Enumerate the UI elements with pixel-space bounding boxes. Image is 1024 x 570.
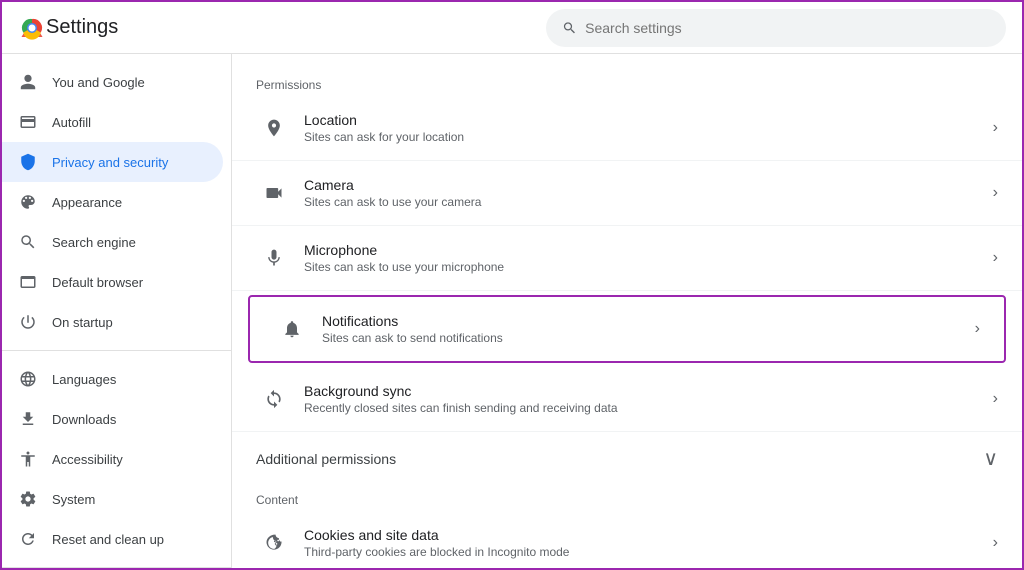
microphone-subtitle: Sites can ask to use your microphone <box>304 260 985 274</box>
shield-icon <box>18 152 38 172</box>
camera-title: Camera <box>304 177 985 193</box>
sidebar-item-label: Downloads <box>52 412 116 427</box>
palette-icon <box>18 192 38 212</box>
sidebar-item-label: You and Google <box>52 75 145 90</box>
sidebar-item-search-engine[interactable]: Search engine <box>2 222 223 262</box>
sidebar-item-on-startup[interactable]: On startup <box>2 302 223 342</box>
sidebar-item-downloads[interactable]: Downloads <box>2 399 223 439</box>
sidebar-divider-2 <box>2 567 231 568</box>
refresh-icon <box>18 529 38 549</box>
permission-item-background-sync[interactable]: Background sync Recently closed sites ca… <box>232 367 1022 432</box>
location-title: Location <box>304 112 985 128</box>
microphone-title: Microphone <box>304 242 985 258</box>
permission-item-notifications[interactable]: Notifications Sites can ask to send noti… <box>248 295 1006 363</box>
chrome-logo <box>18 14 46 42</box>
sidebar-item-you-and-google[interactable]: You and Google <box>2 62 223 102</box>
mic-icon <box>256 240 292 276</box>
main-layout: You and Google Autofill Privacy and secu… <box>2 54 1022 568</box>
cookies-text: Cookies and site data Third-party cookie… <box>304 527 985 559</box>
background-sync-chevron: › <box>993 390 998 408</box>
search-icon <box>562 20 577 36</box>
person-icon <box>18 72 38 92</box>
autofill-icon <box>18 112 38 132</box>
sidebar-item-accessibility[interactable]: Accessibility <box>2 439 223 479</box>
search-input[interactable] <box>585 20 990 36</box>
system-icon <box>18 489 38 509</box>
cookies-chevron: › <box>993 534 998 552</box>
search-bar[interactable] <box>546 9 1006 47</box>
sidebar-item-label: System <box>52 492 95 507</box>
chevron-down-icon: ∨ <box>983 446 998 471</box>
sidebar-item-privacy-and-security[interactable]: Privacy and security <box>2 142 223 182</box>
sidebar-item-label: On startup <box>52 315 113 330</box>
content-section-label: Content <box>232 485 1022 511</box>
location-text: Location Sites can ask for your location <box>304 112 985 144</box>
background-sync-text: Background sync Recently closed sites ca… <box>304 383 985 415</box>
permission-item-microphone[interactable]: Microphone Sites can ask to use your mic… <box>232 226 1022 291</box>
header: Settings <box>2 2 1022 54</box>
notifications-title: Notifications <box>322 313 967 329</box>
sidebar-item-default-browser[interactable]: Default browser <box>2 262 223 302</box>
sidebar-item-label: Privacy and security <box>52 155 168 170</box>
sidebar-item-languages[interactable]: Languages <box>2 359 223 399</box>
permissions-section-label: Permissions <box>232 70 1022 96</box>
sidebar-item-label: Reset and clean up <box>52 532 164 547</box>
sidebar-item-label: Languages <box>52 372 116 387</box>
power-icon <box>18 312 38 332</box>
cookies-title: Cookies and site data <box>304 527 985 543</box>
sidebar-divider <box>2 350 231 351</box>
location-icon <box>256 110 292 146</box>
sidebar-item-appearance[interactable]: Appearance <box>2 182 223 222</box>
bell-icon <box>274 311 310 347</box>
location-subtitle: Sites can ask for your location <box>304 130 985 144</box>
sidebar-item-system[interactable]: System <box>2 479 223 519</box>
camera-icon <box>256 175 292 211</box>
notifications-text: Notifications Sites can ask to send noti… <box>322 313 967 345</box>
sidebar-item-label: Appearance <box>52 195 122 210</box>
sidebar-item-label: Search engine <box>52 235 136 250</box>
background-sync-title: Background sync <box>304 383 985 399</box>
additional-permissions-label: Additional permissions <box>256 451 396 467</box>
sidebar-item-label: Default browser <box>52 275 143 290</box>
sidebar-item-autofill[interactable]: Autofill <box>2 102 223 142</box>
camera-chevron: › <box>993 184 998 202</box>
additional-permissions-section[interactable]: Additional permissions ∨ <box>232 432 1022 485</box>
accessibility-icon <box>18 449 38 469</box>
notifications-chevron: › <box>975 320 980 338</box>
notifications-subtitle: Sites can ask to send notifications <box>322 331 967 345</box>
permission-item-location[interactable]: Location Sites can ask for your location… <box>232 96 1022 161</box>
cookie-icon <box>256 525 292 561</box>
sidebar-item-label: Accessibility <box>52 452 123 467</box>
permission-item-camera[interactable]: Camera Sites can ask to use your camera … <box>232 161 1022 226</box>
globe-icon <box>18 369 38 389</box>
sidebar: You and Google Autofill Privacy and secu… <box>2 54 232 568</box>
cookies-subtitle: Third-party cookies are blocked in Incog… <box>304 545 985 559</box>
microphone-text: Microphone Sites can ask to use your mic… <box>304 242 985 274</box>
microphone-chevron: › <box>993 249 998 267</box>
search-icon <box>18 232 38 252</box>
sidebar-item-label: Autofill <box>52 115 91 130</box>
location-chevron: › <box>993 119 998 137</box>
sidebar-item-reset-and-clean-up[interactable]: Reset and clean up <box>2 519 223 559</box>
content-area: Permissions Location Sites can ask for y… <box>232 54 1022 568</box>
camera-text: Camera Sites can ask to use your camera <box>304 177 985 209</box>
permission-item-cookies[interactable]: Cookies and site data Third-party cookie… <box>232 511 1022 568</box>
browser-icon <box>18 272 38 292</box>
sync-icon <box>256 381 292 417</box>
background-sync-subtitle: Recently closed sites can finish sending… <box>304 401 985 415</box>
camera-subtitle: Sites can ask to use your camera <box>304 195 985 209</box>
download-icon <box>18 409 38 429</box>
page-title: Settings <box>46 16 118 39</box>
